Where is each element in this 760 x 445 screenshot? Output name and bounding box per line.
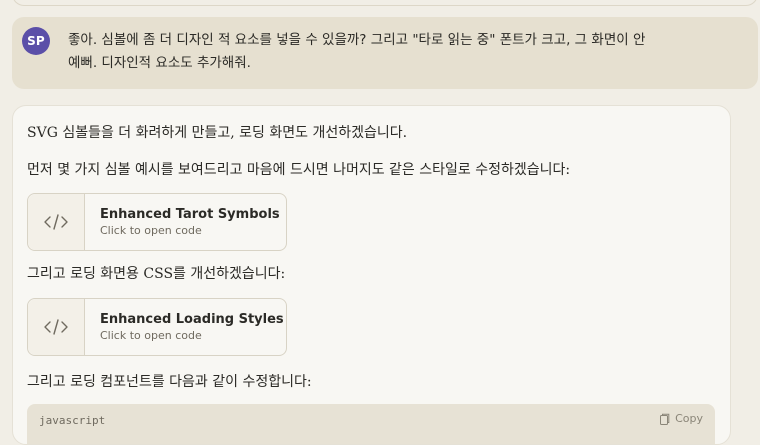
code-brackets-icon <box>44 214 68 230</box>
code-brackets-icon <box>44 319 68 335</box>
code-language-label: javascript <box>39 414 106 427</box>
artifact-icon-container <box>28 299 85 355</box>
user-message-line-2: 예뻐. 디자인적 요소도 추가해줘. <box>68 55 251 71</box>
assistant-paragraph-3: 그리고 로딩 화면용 CSS를 개선하겠습니다: <box>27 266 286 282</box>
artifact-title: Enhanced Tarot Symbols <box>100 207 280 222</box>
user-message-line-1: 좋아. 심볼에 좀 더 디자인 적 요소를 넣을 수 있을까? 그리고 "타로 … <box>68 32 646 48</box>
previous-message-card <box>12 0 758 6</box>
code-block-header: javascript Copy <box>27 404 715 444</box>
copy-button[interactable]: Copy <box>659 412 703 425</box>
artifact-enhanced-loading-styles[interactable]: Enhanced Loading Styles Click to open co… <box>27 298 287 356</box>
artifact-subtitle: Click to open code <box>100 224 202 237</box>
user-message-bubble: 좋아. 심볼에 좀 더 디자인 적 요소를 넣을 수 있을까? 그리고 "타로 … <box>12 17 758 89</box>
artifact-title: Enhanced Loading Styles <box>100 312 284 327</box>
assistant-paragraph-4: 그리고 로딩 컴포넌트를 다음과 같이 수정합니다: <box>27 374 312 390</box>
avatar: SP <box>22 27 50 55</box>
artifact-enhanced-tarot-symbols[interactable]: Enhanced Tarot Symbols Click to open cod… <box>27 193 287 251</box>
artifact-icon-container <box>28 194 85 250</box>
artifact-subtitle: Click to open code <box>100 329 202 342</box>
copy-icon <box>660 413 670 425</box>
assistant-paragraph-2: 먼저 몇 가지 심볼 예시를 보여드리고 마음에 드시면 나머지도 같은 스타일… <box>27 162 571 178</box>
copy-label: Copy <box>675 412 703 425</box>
assistant-paragraph-1: SVG 심볼들을 더 화려하게 만들고, 로딩 화면도 개선하겠습니다. <box>27 125 408 141</box>
